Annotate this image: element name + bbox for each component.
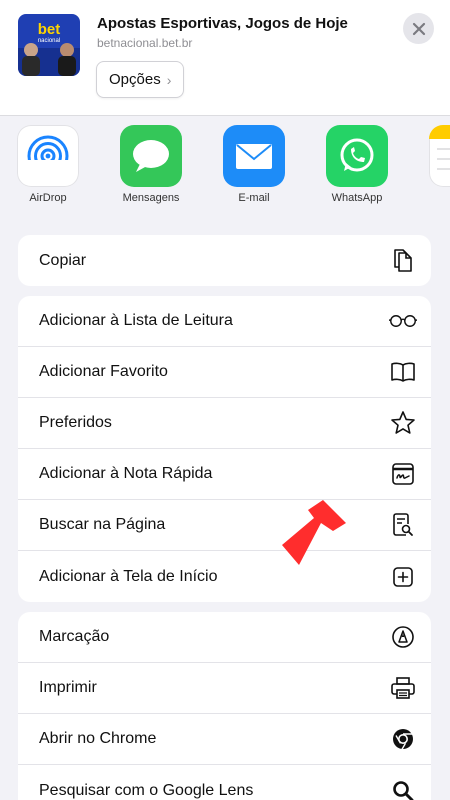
action-label: Buscar na Página xyxy=(39,516,166,533)
action-row-markup[interactable]: Marcação xyxy=(18,612,431,663)
action-row-open-in-chrome[interactable]: Abrir no Chrome xyxy=(18,714,431,765)
star-icon xyxy=(389,409,417,437)
quick-note-icon xyxy=(389,460,417,488)
messages-icon xyxy=(120,125,182,187)
close-button[interactable] xyxy=(403,13,434,44)
notes-icon xyxy=(429,125,450,187)
site-title: Apostas Esportivas, Jogos de Hoje xyxy=(97,15,348,32)
thumb-brand-text: bet xyxy=(38,21,61,38)
action-label: Preferidos xyxy=(39,414,112,431)
share-app-mail[interactable]: E-mail xyxy=(208,125,300,204)
share-app-airdrop[interactable]: AirDrop xyxy=(2,125,94,204)
action-row-print[interactable]: Imprimir xyxy=(18,663,431,714)
site-url: betnacional.bet.br xyxy=(97,36,193,50)
share-sheet-header: bet nacional Apostas Esportivas, Jogos d… xyxy=(0,0,450,116)
action-label: Adicionar à Tela de Início xyxy=(39,567,218,585)
action-label: Marcação xyxy=(39,628,110,645)
add-square-icon xyxy=(389,563,417,591)
markup-icon xyxy=(389,623,417,651)
share-apps-row: AirDrop Mensagens E-mail WhatsApp xyxy=(0,125,450,215)
share-app-label: AirDrop xyxy=(29,192,67,204)
action-label: Adicionar à Lista de Leitura xyxy=(39,312,233,329)
chrome-icon xyxy=(389,725,417,753)
mail-icon xyxy=(223,125,285,187)
close-icon xyxy=(412,22,425,35)
action-row-favorites[interactable]: Preferidos xyxy=(18,398,431,449)
book-icon xyxy=(389,358,417,386)
action-row-google-lens[interactable]: Pesquisar com o Google Lens xyxy=(18,765,431,800)
search-icon xyxy=(389,777,417,800)
glasses-icon xyxy=(389,307,417,335)
airdrop-icon xyxy=(17,125,79,187)
action-label: Copiar xyxy=(39,251,87,269)
site-thumbnail: bet nacional xyxy=(18,14,80,76)
action-label: Pesquisar com o Google Lens xyxy=(39,781,254,799)
red-arrow-annotation xyxy=(282,500,346,565)
thumb-sub-text: nacional xyxy=(38,38,60,44)
share-app-messages[interactable]: Mensagens xyxy=(105,125,197,204)
action-label: Adicionar Favorito xyxy=(39,363,168,380)
share-app-label: WhatsApp xyxy=(331,192,383,204)
whatsapp-icon xyxy=(326,125,388,187)
share-app-whatsapp[interactable]: WhatsApp xyxy=(311,125,403,204)
share-app-label: Mensagens xyxy=(122,192,180,204)
printer-icon xyxy=(389,674,417,702)
action-group-secondary: Marcação Imprimir Abrir no Chrome Pesqui… xyxy=(18,612,431,800)
action-row-copy[interactable]: Copiar xyxy=(18,235,431,286)
action-group-main: Adicionar à Lista de Leitura Adicionar F… xyxy=(18,296,431,602)
chevron-right-icon: › xyxy=(166,71,172,88)
action-row-reading-list[interactable]: Adicionar à Lista de Leitura xyxy=(18,296,431,347)
options-button[interactable]: Opções › xyxy=(96,61,185,98)
action-row-quick-note[interactable]: Adicionar à Nota Rápida xyxy=(18,449,431,500)
action-label: Abrir no Chrome xyxy=(39,730,157,747)
share-app-label: N xyxy=(414,192,450,204)
share-app-notes[interactable]: N xyxy=(414,125,450,204)
action-group-copy: Copiar xyxy=(18,235,431,286)
action-label: Imprimir xyxy=(39,679,97,696)
options-label: Opções xyxy=(109,71,161,88)
share-app-label: E-mail xyxy=(238,192,270,204)
action-row-find-on-page[interactable]: Buscar na Página xyxy=(18,500,431,551)
action-row-add-bookmark[interactable]: Adicionar Favorito xyxy=(18,347,431,398)
find-in-page-icon xyxy=(389,511,417,539)
action-label: Adicionar à Nota Rápida xyxy=(39,465,213,482)
copy-icon xyxy=(389,247,417,275)
action-row-add-to-home-screen[interactable]: Adicionar à Tela de Início xyxy=(18,551,431,602)
